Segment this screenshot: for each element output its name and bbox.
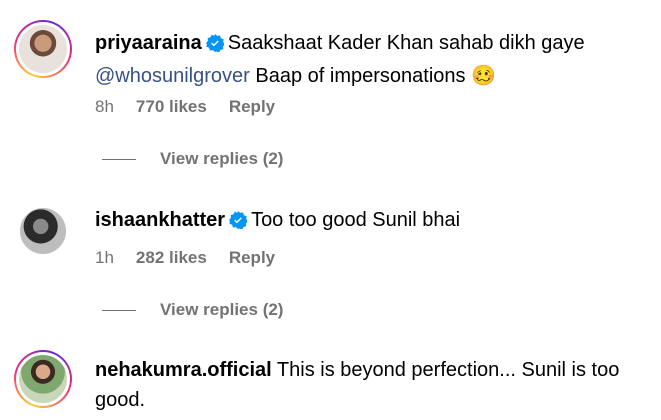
- reply-button[interactable]: Reply: [229, 248, 275, 268]
- comment-text-block: nehakumra.official This is beyond perfec…: [95, 355, 643, 415]
- verified-badge-icon: [205, 31, 225, 61]
- replies-divider-line: [102, 309, 136, 311]
- replies-divider-line: [102, 158, 136, 160]
- view-replies-label: View replies (2): [160, 300, 284, 319]
- mention-link[interactable]: @whosunilgrover: [95, 65, 250, 87]
- comment-meta: 1h 282 likes Reply: [95, 248, 275, 268]
- comment-text-block: ishaankhatter Too too good Sunil bhai: [95, 205, 643, 238]
- comment-text: Too too good Sunil bhai: [251, 209, 461, 231]
- timestamp[interactable]: 8h: [95, 97, 114, 117]
- view-replies-button[interactable]: View replies (2): [102, 149, 283, 169]
- avatar-story-ring[interactable]: [14, 20, 72, 78]
- view-replies-button[interactable]: View replies (2): [102, 300, 283, 320]
- comment-text-continued: Baap of impersonations: [255, 65, 466, 87]
- username[interactable]: nehakumra.official: [95, 359, 272, 381]
- woozy-face-emoji-icon: 🥴: [471, 65, 496, 87]
- comment-text: Saakshaat Kader Khan sahab dikh gaye: [227, 32, 585, 54]
- avatar[interactable]: [17, 205, 69, 257]
- reply-button[interactable]: Reply: [229, 97, 275, 117]
- username[interactable]: priyaaraina: [95, 32, 202, 54]
- avatar-story-ring[interactable]: [14, 350, 72, 408]
- likes-count[interactable]: 770 likes: [136, 97, 207, 117]
- likes-count[interactable]: 282 likes: [136, 248, 207, 268]
- view-replies-label: View replies (2): [160, 149, 284, 168]
- username[interactable]: ishaankhatter: [95, 209, 225, 231]
- comment-text-block: priyaaraina Saakshaat Kader Khan sahab di…: [95, 28, 643, 91]
- timestamp[interactable]: 1h: [95, 248, 114, 268]
- avatar[interactable]: [16, 352, 70, 406]
- avatar-ring[interactable]: [17, 205, 69, 257]
- verified-badge-icon: [229, 208, 248, 238]
- avatar[interactable]: [16, 22, 70, 76]
- comment-meta: 8h 770 likes Reply: [95, 97, 275, 117]
